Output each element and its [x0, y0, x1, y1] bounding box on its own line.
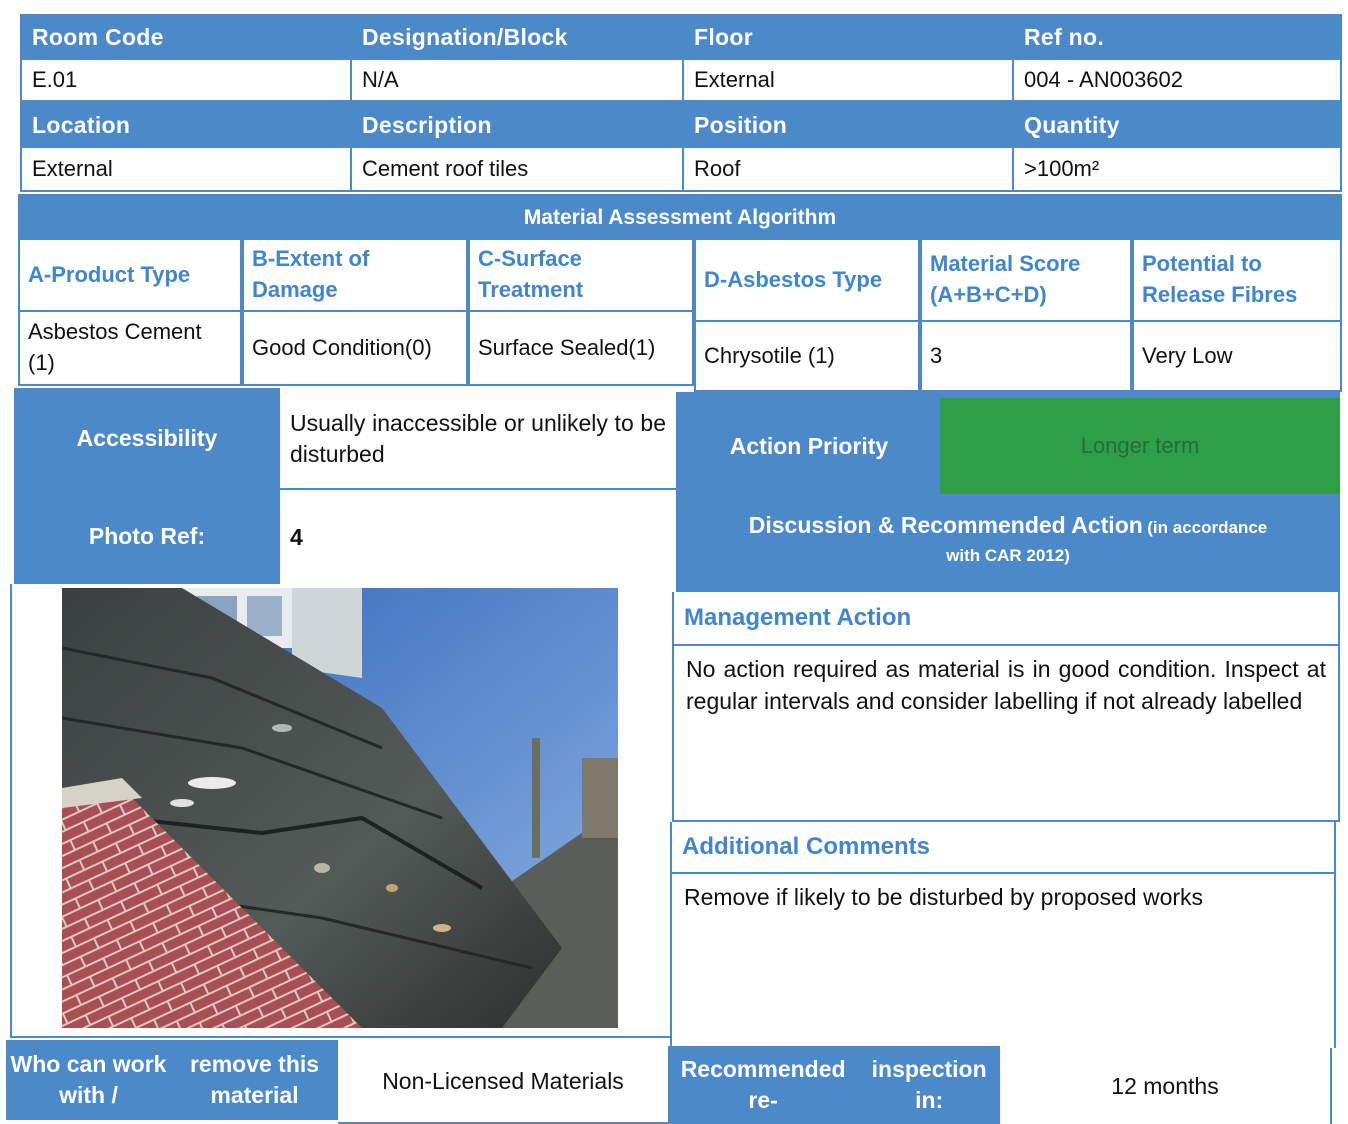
value-designation-block: N/A [350, 58, 684, 102]
discussion-suffix-2: with CAR 2012) [946, 545, 1070, 565]
roof-photo-image [62, 588, 618, 1028]
additional-comments-text: Remove if likely to be disturbed by prop… [684, 884, 1204, 910]
additional-comments-title: Additional Comments [672, 822, 1334, 874]
value-product-type: Asbestos Cement (1) [18, 310, 242, 386]
header-extent-of-damage: B-Extent of Damage [242, 238, 468, 312]
header-material-score: Material Score (A+B+C+D) [920, 238, 1132, 322]
value-surface-treatment: Surface Sealed(1) [468, 310, 694, 386]
value-ref-no: 004 - AN003602 [1012, 58, 1342, 102]
reinspection-line2: inspection in: [871, 1055, 987, 1113]
value-material-score: 3 [920, 320, 1132, 392]
reinspection-label: Recommended re- inspection in: [668, 1046, 1000, 1124]
header-quantity: Quantity [1012, 102, 1342, 148]
accessibility-label: Accessibility [76, 424, 218, 451]
header-designation-block: Designation/Block [350, 14, 682, 60]
photo-ref-label: Photo Ref: [88, 522, 206, 549]
header-room-code: Room Code [20, 14, 350, 60]
value-floor: External [682, 58, 1014, 102]
value-potential-release-fibres: Very Low [1132, 320, 1342, 392]
who-can-work-line1: Who can work with / [10, 1050, 167, 1108]
value-room-code: E.01 [20, 58, 352, 102]
value-location: External [20, 146, 352, 192]
discussion-suffix-1: (in accordance [1147, 518, 1268, 537]
value-asbestos-type: Chrysotile (1) [694, 320, 920, 392]
photo-ref-value: 4 [290, 523, 303, 550]
who-can-work-line2: remove this material [189, 1050, 320, 1108]
reinspection-line1: Recommended re- [680, 1055, 846, 1113]
roof-photo [62, 588, 618, 1028]
additional-comments-panel: Additional Comments Remove if likely to … [670, 822, 1336, 1048]
header-ref-no: Ref no. [1012, 14, 1342, 60]
header-floor: Floor [682, 14, 1012, 60]
discussion-recommended-action-label: Discussion & Recommended Action (in acco… [676, 508, 1340, 584]
who-can-work-value: Non-Licensed Materials [338, 1040, 668, 1124]
discussion-title: Discussion & Recommended Action [748, 512, 1143, 538]
header-position: Position [682, 102, 1012, 148]
action-priority-label: Action Priority [729, 432, 889, 459]
management-action-text: No action required as material is in goo… [686, 656, 1326, 714]
header-product-type: A-Product Type [18, 238, 242, 312]
management-action-panel: Management Action No action required as … [672, 592, 1340, 822]
value-extent-of-damage: Good Condition(0) [242, 310, 468, 386]
management-action-title: Management Action [674, 592, 1338, 646]
material-assessment-algorithm-title: Material Assessment Algorithm [18, 194, 1342, 242]
who-can-work-label: Who can work with / remove this material [6, 1040, 338, 1120]
value-position: Roof [682, 146, 1014, 192]
accessibility-value: Usually inaccessible or unlikely to be d… [280, 392, 676, 490]
header-location: Location [20, 102, 350, 148]
value-description: Cement roof tiles [350, 146, 684, 192]
header-surface-treatment: C-Surface Treatment [468, 238, 694, 312]
header-description: Description [350, 102, 682, 148]
header-potential-release-fibres: Potential to Release Fibres [1132, 238, 1342, 322]
header-asbestos-type: D-Asbestos Type [694, 238, 920, 322]
reinspection-value: 12 months [1000, 1048, 1332, 1124]
value-quantity: >100m² [1012, 146, 1342, 192]
action-priority-value: Longer term [940, 398, 1340, 494]
